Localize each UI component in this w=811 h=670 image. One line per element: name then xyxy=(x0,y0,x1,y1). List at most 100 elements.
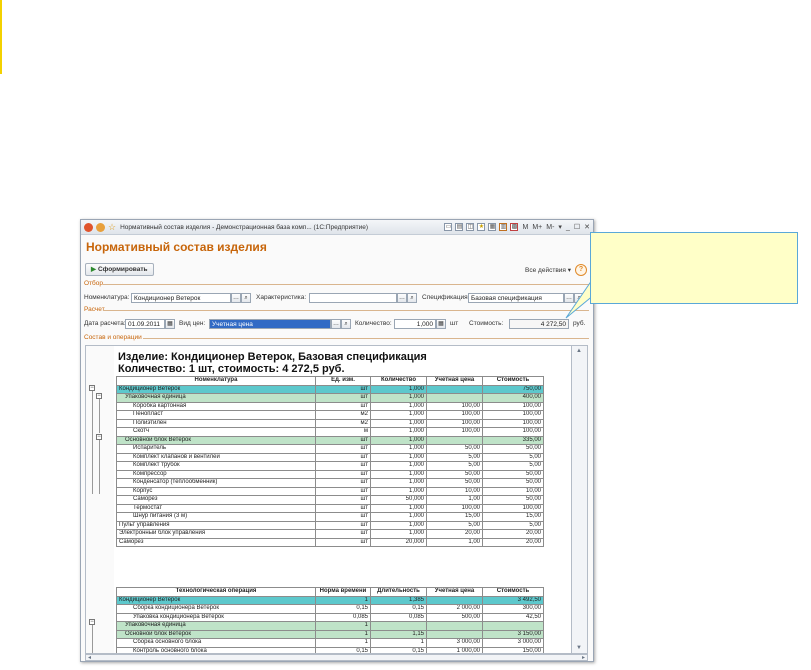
table-row[interactable]: Контроль основного блока 0,15 0,15 1 000,00… xyxy=(116,646,544,653)
generate-button[interactable]: ▶ Сформировать xyxy=(85,263,154,276)
table-cell: шт xyxy=(315,393,371,403)
table-icon[interactable]: ▥ xyxy=(499,223,508,231)
quantity-calculator-icon[interactable]: ▦ xyxy=(436,319,446,329)
table-row[interactable]: Саморез шт 50,000 1,00 50,00 xyxy=(116,495,544,505)
table-cell: шт xyxy=(315,384,371,394)
table-row[interactable]: Кондиционер Ветерок 1 1,385 3 492,50 xyxy=(116,595,544,605)
table-cell: Упаковка кондиционера Ветерок xyxy=(116,612,316,622)
nomenclature-select-button[interactable]: … xyxy=(231,293,241,303)
col-header: Технологическая операция xyxy=(116,587,316,597)
all-actions-menu[interactable]: Все действия ▾ xyxy=(525,266,571,274)
table-row[interactable]: Саморез шт 20,000 1,00 20,00 xyxy=(116,537,544,547)
star-icon[interactable]: ☆ xyxy=(108,222,116,233)
table-row[interactable]: Полиэтилен м2 1,000 100,00 100,00 xyxy=(116,418,544,428)
scroll-up-icon[interactable]: ▲ xyxy=(576,348,582,354)
play-icon: ▶ xyxy=(91,266,96,273)
table-cell: Основной блок Ветерок xyxy=(116,435,316,445)
section-divider xyxy=(143,338,589,339)
table-row[interactable]: Конденсатор (теплообменник) шт 1,000 50,00 5… xyxy=(116,478,544,488)
table-cell: 1,00 xyxy=(426,537,483,547)
scroll-right-icon[interactable]: ▸ xyxy=(582,654,585,661)
table-cell: м2 xyxy=(315,410,371,420)
memory-m-button[interactable]: M xyxy=(522,224,528,231)
table-row[interactable]: Комплект трубок шт 1,000 5,00 5,00 xyxy=(116,461,544,471)
report-spreadsheet[interactable]: − − − − Изделие: Кондиционер Ветерок, Ба… xyxy=(85,345,572,654)
table-cell: 100,00 xyxy=(426,418,483,428)
table-row[interactable]: Шнур питания (3 м) шт 1,000 15,00 15,00 xyxy=(116,512,544,522)
table-cell: 3 492,50 xyxy=(482,595,544,605)
quantity-field[interactable]: 1,000 xyxy=(394,319,436,329)
minimize-icon[interactable]: _ xyxy=(566,224,570,231)
col-header: Учетная цена xyxy=(426,376,483,386)
table-row[interactable]: Электронный блок управления шт 1,000 20,00 2… xyxy=(116,529,544,539)
price-type-select-button[interactable]: … xyxy=(331,319,341,329)
table-cell: шт xyxy=(315,444,371,454)
table-row[interactable]: Термостат шт 1,000 100,00 100,00 xyxy=(116,503,544,513)
scroll-down-icon[interactable]: ▼ xyxy=(576,645,582,651)
table-row[interactable]: Пенопласт м2 1,000 100,00 100,00 xyxy=(116,410,544,420)
back-icon[interactable] xyxy=(84,222,93,232)
table-row[interactable]: Кондиционер Ветерок шт 1,000 750,00 xyxy=(116,384,544,394)
table-row[interactable]: Основной блок Ветерок 1 1,15 3 150,00 xyxy=(116,629,544,639)
price-type-field[interactable]: Учетная цена xyxy=(209,319,331,329)
table-row[interactable]: Сборка основного блока 1 1 3 000,00 3 000,00 xyxy=(116,638,544,648)
help-icon[interactable]: ? xyxy=(575,264,587,276)
forward-icon[interactable] xyxy=(96,222,105,232)
col-header: Стоимость xyxy=(482,376,544,386)
maximize-icon[interactable]: ☐ xyxy=(574,223,580,231)
table-cell: 1,000 xyxy=(370,435,427,445)
specification-field[interactable]: Базовая спецификация xyxy=(468,293,564,303)
table-cell: Корпус xyxy=(116,486,316,496)
table-cell: Саморез xyxy=(116,537,316,547)
nomenclature-field[interactable]: Кондиционер Ветерок xyxy=(131,293,231,303)
horizontal-scrollbar[interactable]: ◂ ▸ xyxy=(85,654,588,661)
table-cell: 300,00 xyxy=(482,604,544,614)
table-cell: 1,000 xyxy=(370,384,427,394)
table-row[interactable]: Корпус шт 1,000 10,00 10,00 xyxy=(116,486,544,496)
price-type-search-icon[interactable]: ⌕ xyxy=(341,319,351,329)
characteristic-select-button[interactable]: … xyxy=(397,293,407,303)
table-row[interactable]: Сборка кондиционера Ветерок 0,15 0,15 2 000… xyxy=(116,604,544,614)
memory-minus-button[interactable]: M- xyxy=(546,224,554,231)
print-icon[interactable]: ▤ xyxy=(455,223,464,231)
table-row[interactable]: Компрессор шт 1,000 50,00 50,00 xyxy=(116,469,544,479)
save-icon[interactable]: ▭ xyxy=(444,223,453,231)
vertical-scrollbar[interactable]: ▲ ▼ xyxy=(572,345,588,654)
table-row[interactable]: Упаковка кондиционера Ветерок 0,085 0,085 5… xyxy=(116,612,544,622)
calendar-picker-icon[interactable]: ▦ xyxy=(165,319,175,329)
table-cell: 10,00 xyxy=(426,486,483,496)
table-row[interactable]: Упаковочная единица шт 1,000 400,00 xyxy=(116,393,544,403)
table-row[interactable]: Пульт управления шт 1,000 5,00 5,00 xyxy=(116,520,544,530)
table-cell: 0,085 xyxy=(370,612,427,622)
table-row[interactable]: Коробка картонная шт 1,000 100,00 100,00 xyxy=(116,401,544,411)
table-cell xyxy=(426,384,483,394)
nomenclature-search-icon[interactable]: ⌕ xyxy=(241,293,251,303)
table-cell: 1,000 xyxy=(370,461,427,471)
characteristic-field[interactable] xyxy=(309,293,397,303)
calculator-icon[interactable]: ▩ xyxy=(510,223,519,231)
characteristic-search-icon[interactable]: ⌕ xyxy=(407,293,417,303)
dropdown-icon[interactable]: ▾ xyxy=(558,223,562,231)
table-cell: 100,00 xyxy=(482,410,544,420)
table-row[interactable]: Упаковочная единица 1 xyxy=(116,621,544,631)
preview-icon[interactable]: ◫ xyxy=(466,223,475,231)
table-row[interactable]: Испаритель шт 1,000 50,00 50,00 xyxy=(116,444,544,454)
calendar-icon[interactable]: ▦ xyxy=(488,223,497,231)
favorite-icon[interactable]: ★ xyxy=(477,223,486,231)
memory-plus-button[interactable]: M+ xyxy=(532,224,542,231)
table-cell: Сборка кондиционера Ветерок xyxy=(116,604,316,614)
table-row[interactable]: Комплект клапанов и вентилей шт 1,000 5,00 5… xyxy=(116,452,544,462)
table-cell: 1,000 xyxy=(370,512,427,522)
scroll-left-icon[interactable]: ◂ xyxy=(88,654,91,661)
tree-line xyxy=(92,625,93,653)
table-row[interactable]: Скотч м 1,000 100,00 100,00 xyxy=(116,427,544,437)
table-cell: шт xyxy=(315,486,371,496)
table-cell: 1,000 xyxy=(370,401,427,411)
table-cell: 20,00 xyxy=(482,529,544,539)
table-cell: 20,00 xyxy=(482,537,544,547)
date-field[interactable]: 01.09.2011 xyxy=(125,319,165,329)
table-row[interactable]: Основной блок Ветерок шт 1,000 335,00 xyxy=(116,435,544,445)
close-icon[interactable]: ✕ xyxy=(584,223,590,231)
table-cell: Полиэтилен xyxy=(116,418,316,428)
section-composition: Состав и операции xyxy=(84,334,142,341)
